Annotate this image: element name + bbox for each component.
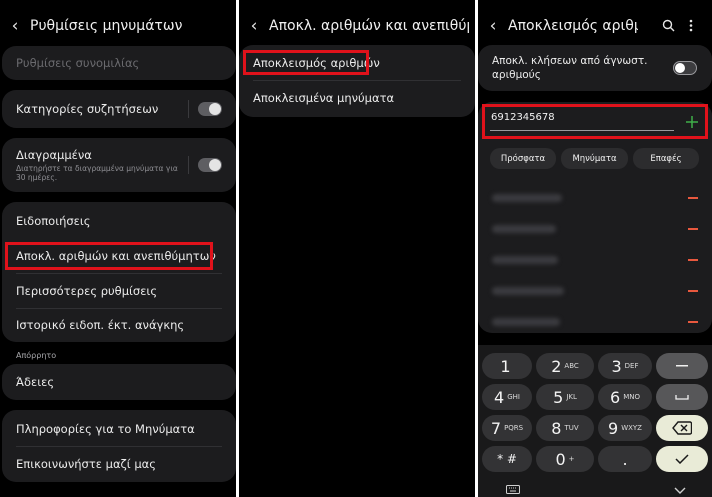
- space-icon: [675, 395, 689, 400]
- key-5[interactable]: 5 JKL: [536, 384, 594, 410]
- page-title: Αποκλεισμός αριθμ...: [508, 18, 638, 34]
- minus-icon: [676, 365, 688, 367]
- conversation-settings-item: Ρυθμίσεις συνομιλίας: [16, 56, 140, 70]
- key-star-hash[interactable]: * #: [482, 446, 532, 472]
- settings-card: Ειδοποιήσεις Αποκλ. αριθμών και ανεπιθύμ…: [2, 202, 236, 342]
- messages-settings-screen: ‹ Ρυθμίσεις μηνυμάτων Ρυθμίσεις συνομιλί…: [0, 0, 236, 497]
- header: ‹ Ρυθμίσεις μηνυμάτων: [0, 8, 236, 44]
- chevron-down-icon[interactable]: [674, 487, 686, 494]
- key-3[interactable]: 3 DEF: [598, 353, 652, 379]
- search-icon[interactable]: [662, 19, 675, 32]
- blocked-number-item: [492, 318, 560, 326]
- page-title: Ρυθμίσεις μηνυμάτων: [30, 18, 183, 34]
- chip-contacts[interactable]: Επαφές: [633, 148, 699, 169]
- minus-icon[interactable]: [688, 228, 698, 230]
- blocked-number-item: [492, 256, 558, 264]
- chip-messages[interactable]: Μηνύματα: [561, 148, 628, 169]
- minus-icon[interactable]: [688, 197, 698, 199]
- divider: [188, 100, 189, 118]
- key-8[interactable]: 8 TUV: [536, 415, 594, 441]
- blocked-messages-item[interactable]: Αποκλεισμένα μηνύματα: [239, 81, 475, 115]
- minus-icon[interactable]: [688, 259, 698, 261]
- blocked-number-item: [492, 194, 562, 202]
- permissions-card[interactable]: Άδειες: [2, 364, 236, 400]
- more-settings-item[interactable]: Περισσότερες ρυθμίσεις: [2, 274, 236, 308]
- blocked-number-item: [492, 225, 556, 233]
- header: ‹ Αποκλ. αριθμών και ανεπιθύμητ...: [239, 8, 475, 44]
- block-numbers-spam-screen: ‹ Αποκλ. αριθμών και ανεπιθύμητ... Αποκλ…: [239, 0, 475, 497]
- backspace-key[interactable]: [656, 415, 708, 441]
- minus-key[interactable]: [656, 353, 708, 379]
- minus-icon[interactable]: [688, 321, 698, 323]
- space-key[interactable]: [656, 384, 708, 410]
- header: ‹ Αποκλεισμός αριθμ...: [478, 8, 712, 44]
- key-1[interactable]: 1: [482, 353, 532, 379]
- key-2[interactable]: 2 ABC: [536, 353, 594, 379]
- notifications-item[interactable]: Ειδοποιήσεις: [2, 204, 236, 238]
- deleted-toggle[interactable]: [198, 158, 222, 172]
- highlight-box: [5, 242, 213, 270]
- highlight-box: [482, 104, 708, 139]
- deleted-card[interactable]: Διαγραμμένα Διατηρήστε τα διαγραμμένα μη…: [2, 138, 236, 192]
- backspace-icon: [672, 421, 692, 435]
- key-dot[interactable]: .: [598, 446, 652, 472]
- back-icon[interactable]: ‹: [0, 16, 30, 36]
- key-0[interactable]: 0 +: [536, 446, 594, 472]
- deleted-label: Διαγραμμένα: [16, 148, 92, 162]
- about-card: Πληροφορίες για το Μηνύματα Επικοινωνήστ…: [2, 410, 236, 482]
- key-9[interactable]: 9 WXYZ: [598, 415, 652, 441]
- highlight-box: [243, 50, 369, 75]
- emergency-history-item[interactable]: Ιστορικό ειδοπ. έκτ. ανάγκης: [2, 308, 236, 342]
- permissions-item: Άδειες: [16, 375, 55, 389]
- key-6[interactable]: 6 MNO: [598, 384, 652, 410]
- key-4[interactable]: 4 GHI: [482, 384, 532, 410]
- key-7[interactable]: 7 PQRS: [482, 415, 532, 441]
- block-unknown-toggle[interactable]: [673, 61, 697, 75]
- more-icon[interactable]: [689, 19, 693, 32]
- chat-categories-card[interactable]: Κατηγορίες συζητήσεων: [2, 90, 236, 128]
- block-numbers-screen: ‹ Αποκλεισμός αριθμ... Αποκλ. κλήσεων απ…: [478, 0, 712, 497]
- chat-categories-toggle[interactable]: [198, 102, 222, 116]
- chip-recent[interactable]: Πρόσφατα: [490, 148, 556, 169]
- back-icon[interactable]: ‹: [239, 16, 269, 36]
- back-icon[interactable]: ‹: [478, 16, 508, 36]
- blocked-number-item: [492, 287, 564, 295]
- check-icon: [675, 454, 689, 464]
- minus-icon[interactable]: [688, 290, 698, 292]
- dialpad: 1 2 ABC 3 DEF 4 GHI 5 JKL 6 MNO 7 PQRS 8 TUV 9W…: [478, 345, 712, 497]
- conversation-settings-card: Ρυθμίσεις συνομιλίας: [2, 46, 236, 80]
- privacy-section-header: Απόρρητο: [16, 351, 57, 360]
- block-unknown-card[interactable]: Αποκλ. κλήσεων από άγνωστ. αριθμούς: [478, 45, 712, 91]
- keyboard-icon[interactable]: [506, 485, 520, 494]
- done-key[interactable]: [656, 446, 708, 472]
- about-messages-item[interactable]: Πληροφορίες για το Μηνύματα: [2, 412, 236, 446]
- deleted-subtitle: Διατηρήστε τα διαγραμμένα μηνύματα για 3…: [16, 164, 178, 183]
- contact-us-item[interactable]: Επικοινωνήστε μαζί μας: [2, 447, 236, 481]
- page-title: Αποκλ. αριθμών και ανεπιθύμητ...: [269, 18, 469, 34]
- divider: [188, 156, 189, 174]
